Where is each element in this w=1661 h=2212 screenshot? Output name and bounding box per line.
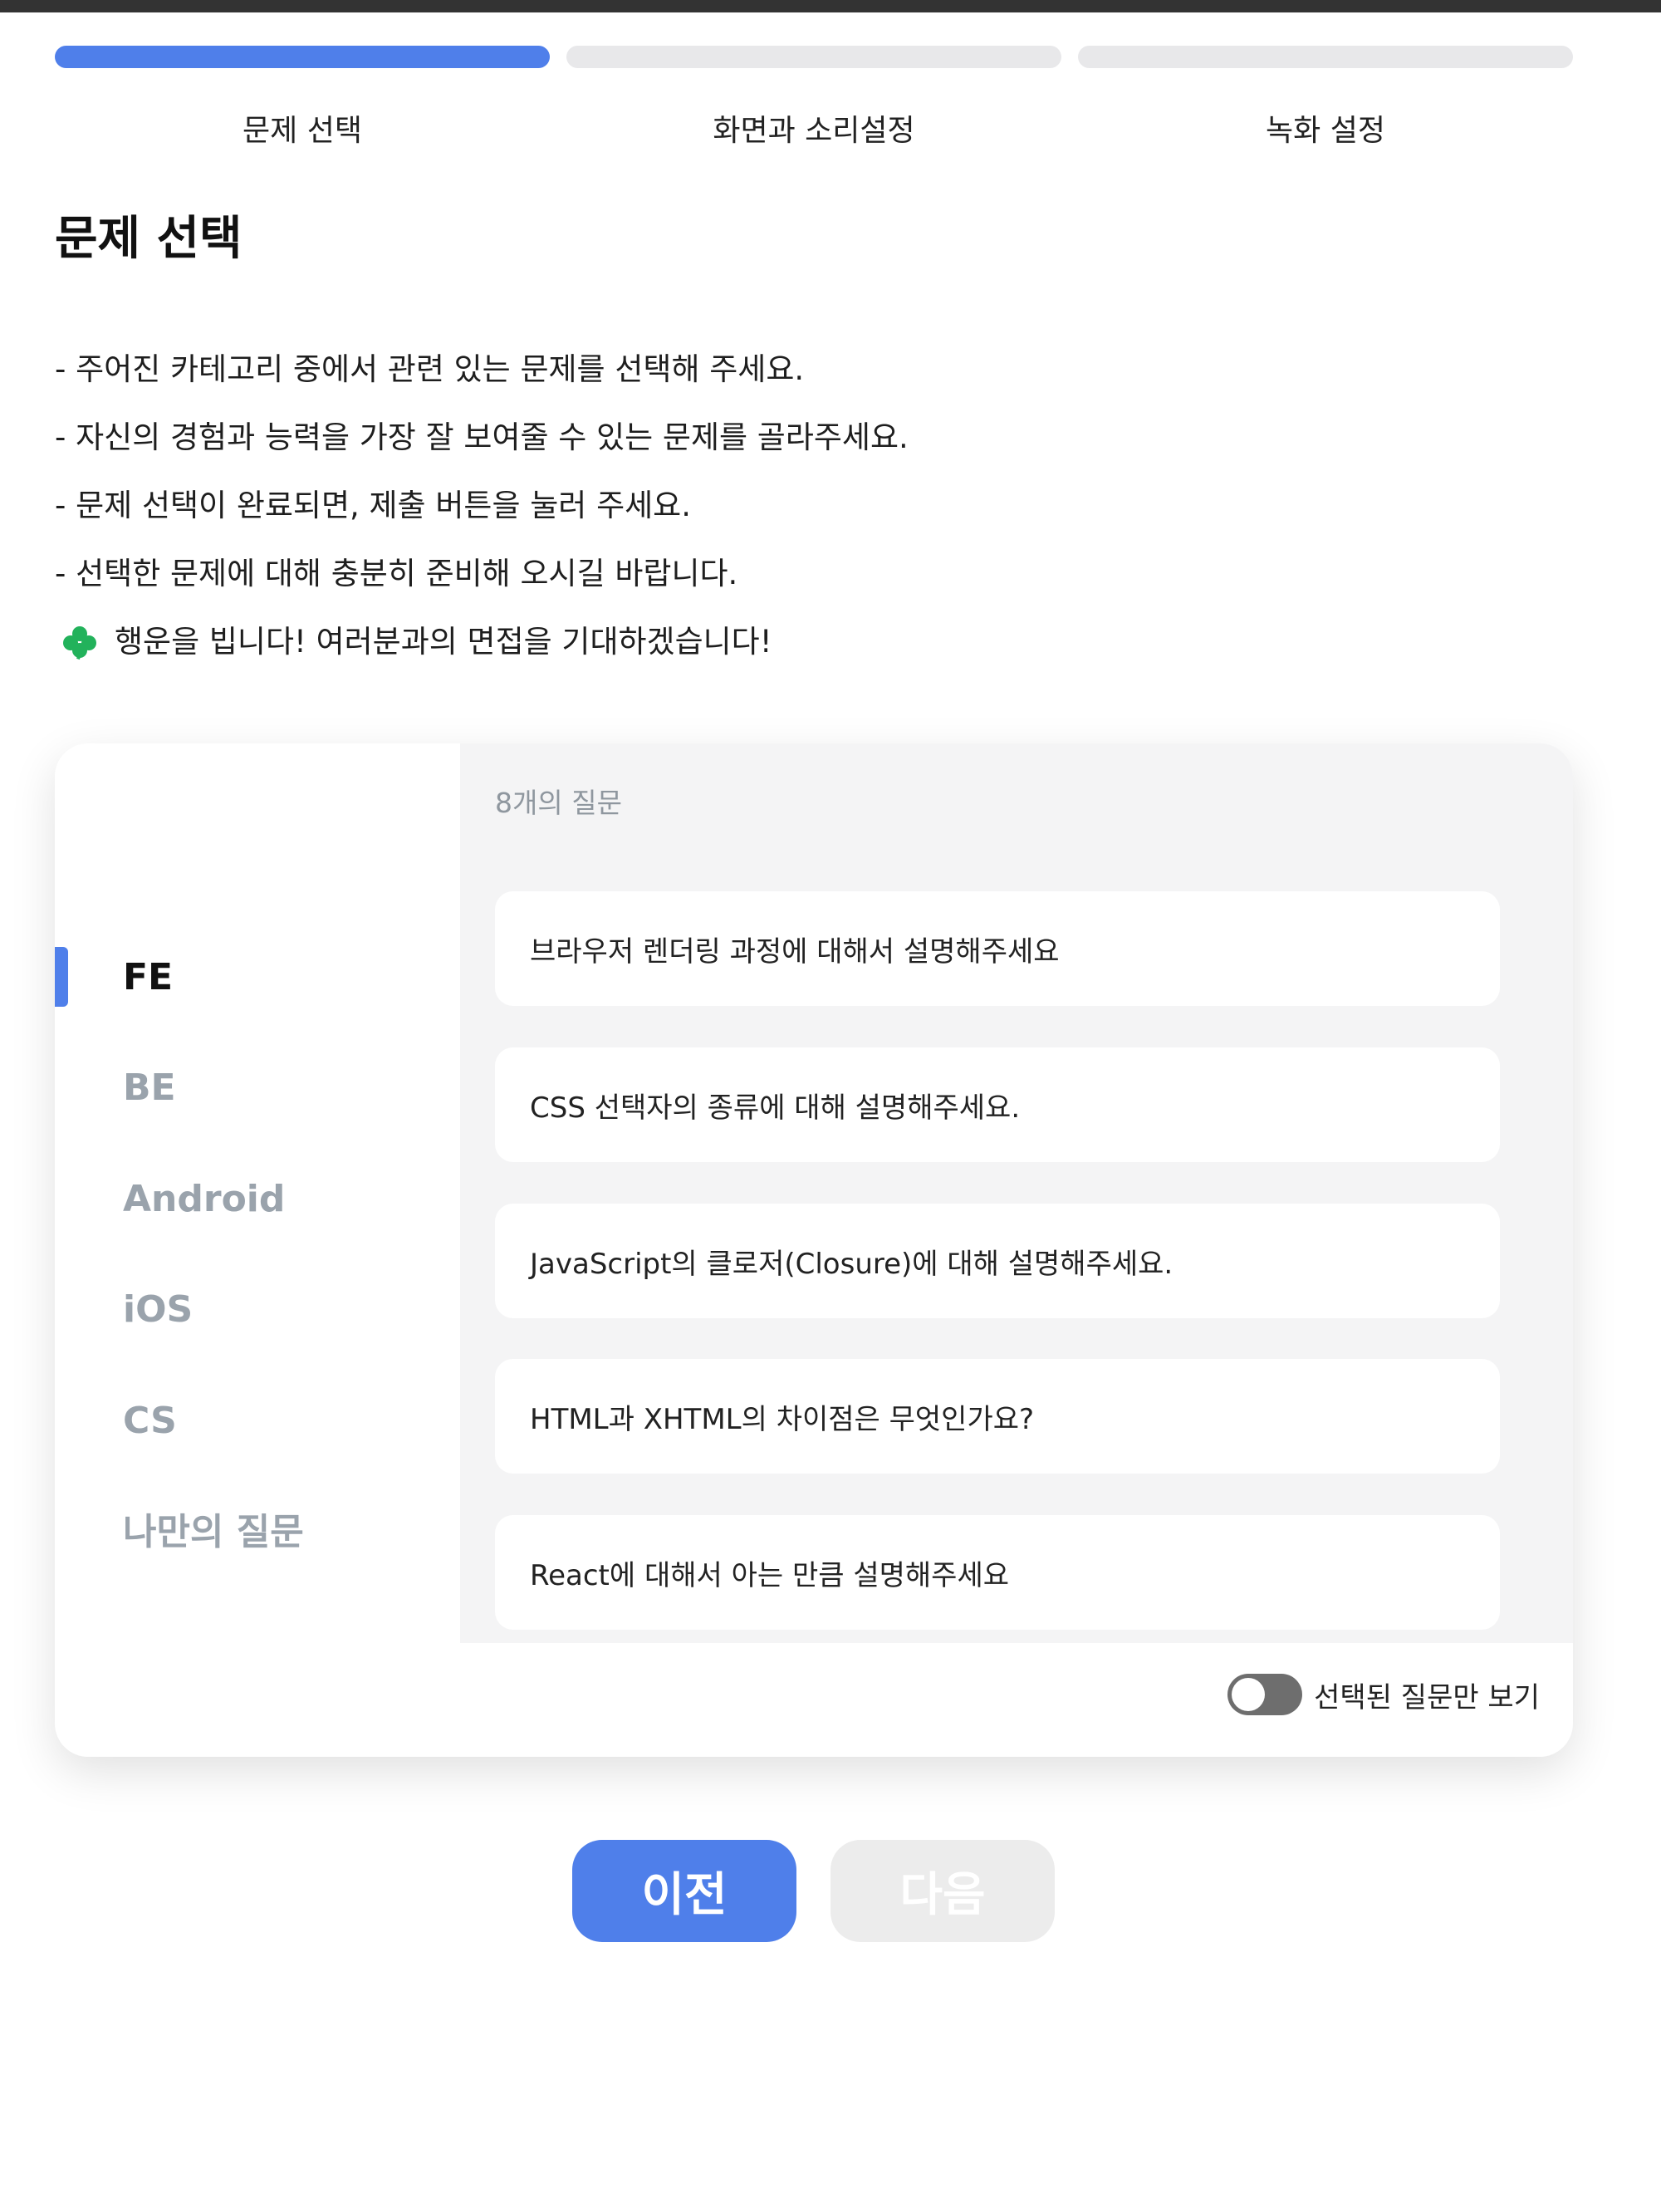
category-ios[interactable]: iOS (123, 1281, 193, 1339)
question-count: 8개의 질문 (495, 787, 622, 819)
category-cs[interactable]: CS (123, 1392, 177, 1450)
four-leaf-clover-icon (63, 626, 96, 660)
category-fe[interactable]: FE (123, 949, 173, 1007)
next-button[interactable]: 다음 (830, 1840, 1055, 1942)
selected-only-toggle[interactable] (1227, 1674, 1303, 1715)
selected-only-toggle-row: 선택된 질문만 보기 (1227, 1674, 1540, 1715)
step-label-2: 화면과 소리설정 (713, 114, 915, 148)
category-list: FE BE Android iOS CS 나만의 질문 (55, 743, 460, 1643)
active-category-indicator (55, 947, 68, 1007)
window-top-bar (0, 0, 1661, 12)
question-item[interactable]: CSS 선택자의 종류에 대해 설명해주세요. (495, 1047, 1500, 1162)
instructions: - 주어진 카테고리 중에서 관련 있는 문제를 선택해 주세요. - 자신의 … (55, 349, 909, 689)
instruction-line: - 선택한 문제에 대해 충분히 준비해 오시길 바랍니다. (55, 556, 738, 591)
category-android[interactable]: Android (123, 1170, 285, 1229)
instruction-line: - 문제 선택이 완료되면, 제출 버튼을 눌러 주세요. (55, 488, 691, 523)
question-item[interactable]: HTML과 XHTML의 차이점은 무엇인가요? (495, 1359, 1500, 1474)
step-label-3: 녹화 설정 (1266, 114, 1385, 148)
question-selector-card: FE BE Android iOS CS 나만의 질문 8개의 질문 브라우저 … (55, 743, 1573, 1757)
question-item[interactable]: JavaScript의 클로저(Closure)에 대해 설명해주세요. (495, 1204, 1500, 1318)
progress-segment-2 (566, 46, 1061, 68)
progress-segment-3 (1078, 46, 1573, 68)
good-luck-line: 행운을 빕니다! 여러분과의 면접을 기대하겠습니다! (55, 621, 909, 689)
step-label-1: 문제 선택 (243, 114, 362, 148)
toggle-label: 선택된 질문만 보기 (1314, 1680, 1540, 1714)
toggle-knob (1232, 1678, 1266, 1711)
category-my-questions[interactable]: 나만의 질문 (123, 1503, 304, 1562)
page-title: 문제 선택 (55, 212, 243, 266)
question-item[interactable]: 브라우저 렌더링 과정에 대해서 설명해주세요 (495, 891, 1500, 1006)
instruction-line: - 주어진 카테고리 중에서 관련 있는 문제를 선택해 주세요. (55, 351, 805, 387)
progress-bar (55, 46, 1573, 68)
prev-button[interactable]: 이전 (572, 1840, 796, 1942)
progress-segment-1 (55, 46, 550, 68)
good-luck-text: 행운을 빕니다! 여러분과의 면접을 기대하겠습니다! (115, 624, 772, 660)
question-panel: 8개의 질문 브라우저 렌더링 과정에 대해서 설명해주세요 CSS 선택자의 … (460, 743, 1573, 1643)
instruction-line: - 자신의 경험과 능력을 가장 잘 보여줄 수 있는 문제를 골라주세요. (55, 419, 909, 455)
question-item[interactable]: React에 대해서 아는 만큼 설명해주세요 (495, 1515, 1500, 1630)
category-be[interactable]: BE (123, 1059, 176, 1117)
